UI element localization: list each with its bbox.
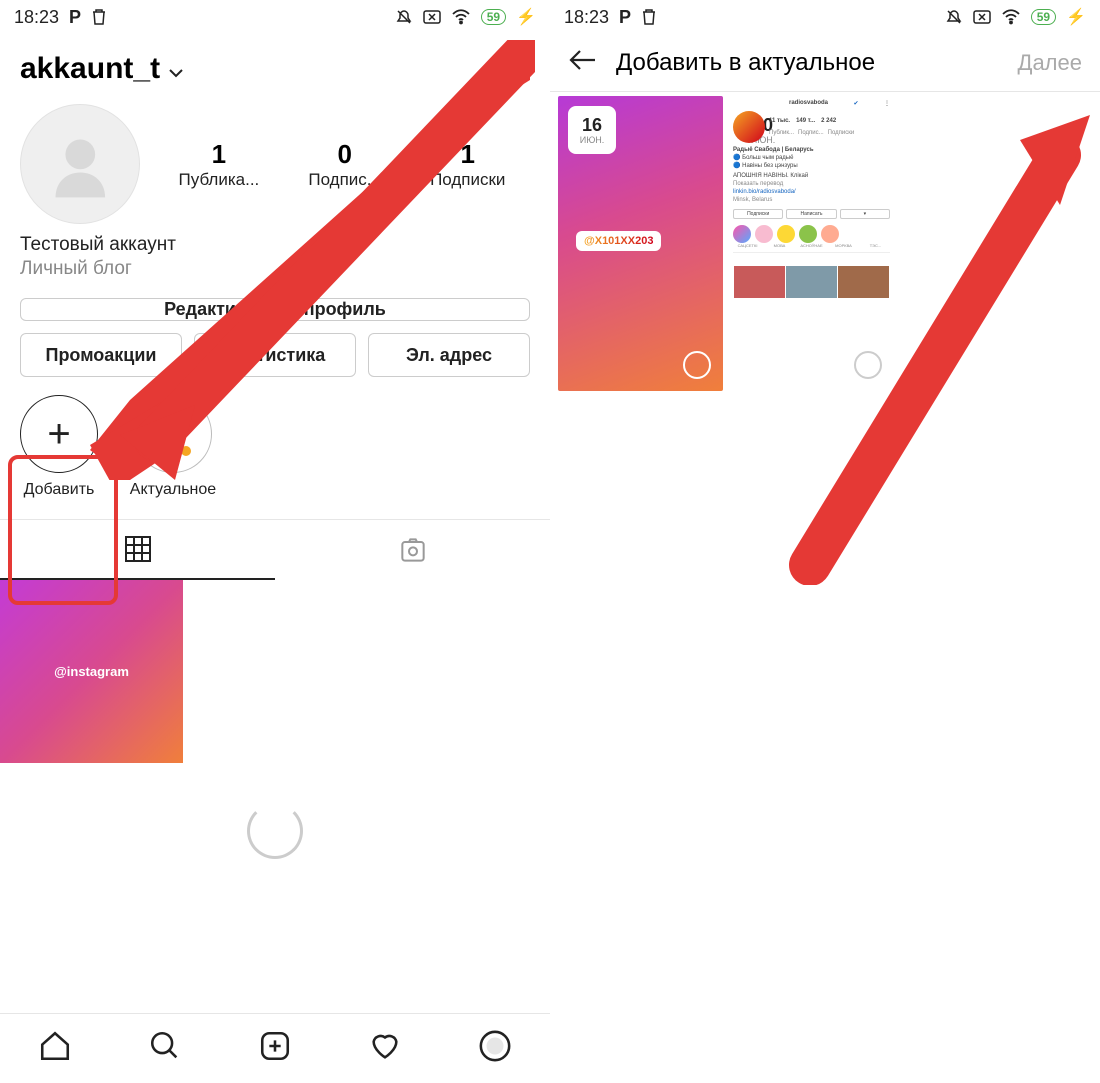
profile-tabs	[0, 519, 550, 580]
tab-tagged[interactable]	[275, 520, 550, 580]
selection-ring-icon-2	[854, 351, 882, 379]
header-title: Добавить в актуальное	[616, 49, 1000, 77]
avatar[interactable]	[20, 104, 140, 224]
highlight-add-label: Добавить	[24, 481, 95, 499]
selection-ring-icon	[683, 351, 711, 379]
story-1[interactable]: 16 ИЮН. @X101XX203	[558, 96, 723, 391]
tab-grid[interactable]	[0, 520, 275, 580]
loading-spinner	[247, 803, 303, 859]
p-icon-2: P	[619, 7, 631, 28]
username: akkaunt_t	[20, 52, 160, 86]
header: Добавить в актуальное Далее	[550, 34, 1100, 92]
nav-home-icon[interactable]	[38, 1029, 72, 1068]
wifi-icon-2	[1001, 9, 1021, 25]
stat-following[interactable]: 1 Подписки	[430, 139, 505, 190]
chevron-down-icon	[168, 52, 184, 86]
charge-icon-2: ⚡	[1066, 7, 1086, 27]
battery-icon: 59	[481, 9, 506, 25]
promo-button[interactable]: Промоакции	[20, 333, 182, 377]
wifi-icon	[451, 9, 471, 25]
battery-icon-2: 59	[1031, 9, 1056, 25]
highlight-actual-label: Актуальное	[130, 481, 216, 499]
status-time-2: 18:23	[564, 7, 609, 28]
status-bar: 18:23 P 59 ⚡	[0, 0, 550, 34]
next-button[interactable]: Далее	[1018, 50, 1082, 76]
profile-stats-row: 1 Публика... 0 Подпис... 1 Подписки	[0, 94, 550, 224]
trash-icon	[91, 8, 107, 26]
stat-posts[interactable]: 1 Публика...	[179, 139, 260, 190]
nav-profile-icon[interactable]	[478, 1029, 512, 1068]
box-x-icon	[423, 10, 441, 24]
p-icon: P	[69, 7, 81, 28]
username-switcher[interactable]: akkaunt_t	[20, 52, 184, 86]
status-bar-2: 18:23 P 59 ⚡	[550, 0, 1100, 34]
highlight-actual[interactable]: Актуальное	[128, 395, 218, 499]
menu-icon[interactable]	[500, 59, 530, 80]
mute-icon-2	[945, 8, 963, 26]
story-2[interactable]: 30 ИЮН. radiosvaboda ✔ ⋮ 11 тыс.149 т...…	[729, 96, 894, 391]
back-icon[interactable]	[568, 48, 598, 77]
highlight-add[interactable]: + Добавить	[14, 395, 104, 499]
stories-row: 16 ИЮН. @X101XX203 30 ИЮН. radiosvaboda …	[550, 92, 1100, 395]
stats-button[interactable]: Статистика	[194, 333, 356, 377]
trash-icon-2	[641, 8, 657, 26]
stat-followers[interactable]: 0 Подпис...	[308, 139, 381, 190]
story-1-date: 16 ИЮН.	[568, 106, 616, 154]
box-x-icon-2	[973, 10, 991, 24]
story-2-content: radiosvaboda ✔ ⋮ 11 тыс.149 т...2 242 Пу…	[729, 96, 894, 391]
profile-bio: Тестовый аккаунт Личный блог	[0, 224, 550, 280]
status-time: 18:23	[14, 7, 59, 28]
screen-add-highlight: 18:23 P 59 ⚡ Добавить в актуальное Далее…	[550, 0, 1100, 1083]
profile-name: Тестовый аккаунт	[20, 234, 530, 256]
email-button[interactable]: Эл. адрес	[368, 333, 530, 377]
post-tag: @instagram	[54, 664, 129, 679]
posts-grid: @instagram	[0, 580, 550, 763]
highlights-row: + Добавить	[0, 377, 550, 509]
screen-profile: 18:23 P 59 ⚡	[0, 0, 550, 1083]
plus-icon: +	[47, 414, 70, 454]
post-1[interactable]: @instagram	[0, 580, 183, 763]
edit-profile-button[interactable]: Редактировать профиль	[20, 298, 530, 321]
nav-search-icon[interactable]	[148, 1029, 182, 1068]
profile-category: Личный блог	[20, 258, 530, 280]
nav-heart-icon[interactable]	[368, 1029, 402, 1068]
bottom-nav	[0, 1013, 550, 1083]
story-1-mention: @X101XX203	[576, 231, 661, 251]
charge-icon: ⚡	[516, 7, 536, 27]
nav-add-icon[interactable]	[258, 1029, 292, 1068]
mute-icon	[395, 8, 413, 26]
profile-header: akkaunt_t	[0, 34, 550, 94]
